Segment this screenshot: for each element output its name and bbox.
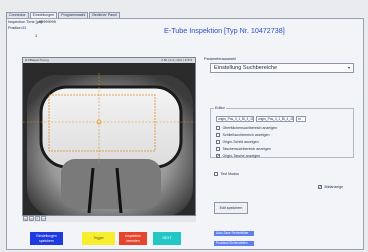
checkbox-label: Schließsuchbereich anzeigen bbox=[222, 133, 270, 137]
parameter-select[interactable]: Einstellung Suchbereiche ▾ bbox=[210, 63, 354, 73]
fit-icon[interactable]: ⇱ bbox=[35, 216, 40, 221]
editor-combo-1[interactable]: origin_Pos_3_1_Bl_3_15] bbox=[216, 116, 254, 122]
chevron-down-icon[interactable]: ▾ bbox=[346, 65, 352, 71]
parameter-select-value: Einstellung Suchbereiche bbox=[214, 65, 278, 71]
inspektion-beenden-label: Inspektion beenden bbox=[125, 234, 141, 243]
zoom-toolbar: Q Q ⇱ ▭ bbox=[22, 216, 196, 222]
counter-value: 1 bbox=[35, 34, 38, 38]
protokoll-button[interactable]: Protokoll Sicherstellen bbox=[214, 241, 254, 246]
checkbox-label: Origin-Tasche anzeigen bbox=[222, 154, 261, 158]
checkbox-label: Oberflächensuchbereich anzeigen bbox=[222, 126, 278, 130]
checkbox-box[interactable] bbox=[318, 185, 322, 189]
test-modus-toggle[interactable]: Test Modus bbox=[214, 172, 239, 176]
checkbox-schliess[interactable]: Schließsuchbereich anzeigen bbox=[216, 133, 269, 137]
zoom-out-icon[interactable]: Q bbox=[29, 216, 34, 221]
trigger-button[interactable]: Trigger bbox=[82, 232, 115, 245]
trigger-label: Trigger bbox=[93, 236, 104, 241]
bildanzeige-toggle[interactable]: Bildanzeige bbox=[318, 185, 343, 189]
editor-combo-2[interactable]: origin_Pos_4_1_Bl_4_15] bbox=[256, 116, 294, 122]
position-label: Position: bbox=[8, 26, 23, 30]
editor-combo-3[interactable]: nt bbox=[296, 116, 306, 122]
camera-image-panel[interactable]: i0.f/BtappnT3.png 2.50 | 0.4 | 10.0 | 17… bbox=[22, 57, 196, 216]
checkbox-label: Taschensuchbereich anzeigen bbox=[222, 147, 271, 151]
inspection-time-value: 99999999 bbox=[39, 20, 56, 24]
einstellungen-speichern-button[interactable]: Einstellungen speichern bbox=[30, 232, 63, 245]
inspektion-beenden-button[interactable]: Inspektion beenden bbox=[119, 232, 147, 245]
checkbox-box[interactable] bbox=[216, 126, 220, 130]
image-filename: i0.f/BtappnT3.png bbox=[25, 58, 49, 62]
position-value: 33 bbox=[22, 26, 27, 30]
checkbox-label: Origin-Schild anzeigen bbox=[222, 140, 259, 144]
zoom-in-icon[interactable]: Q bbox=[23, 216, 28, 221]
next-button[interactable]: NEXT bbox=[153, 232, 181, 245]
einstellungen-speichern-label: Einstellungen speichern bbox=[36, 234, 57, 243]
frame-icon[interactable]: ▭ bbox=[41, 216, 46, 221]
checkbox-box[interactable] bbox=[216, 140, 220, 144]
checkbox-taschen[interactable]: Taschensuchbereich anzeigen bbox=[216, 147, 271, 151]
save-button[interactable]: Edit speichern bbox=[214, 202, 248, 214]
editor-label: Editor bbox=[214, 106, 226, 110]
checkbox-oberflaeche[interactable]: Oberflächensuchbereich anzeigen bbox=[216, 126, 277, 130]
test-modus-label: Test Modus bbox=[220, 172, 239, 176]
next-label: NEXT bbox=[162, 236, 172, 241]
camera-image bbox=[23, 63, 195, 215]
page-title: E-Tube Inspektion [Typ Nr. 10472738] bbox=[164, 26, 285, 35]
checkbox-box[interactable] bbox=[216, 147, 220, 151]
bildanzeige-label: Bildanzeige bbox=[324, 185, 344, 189]
checkbox-origin-tasche[interactable]: Origin-Tasche anzeigen bbox=[216, 154, 260, 158]
auto-save-button[interactable]: Auto Save Fehlerbilder bbox=[214, 231, 254, 236]
inspection-time-label: Inspection Time [µs]: bbox=[8, 20, 43, 24]
checkbox-box[interactable] bbox=[216, 133, 220, 137]
checkbox-box[interactable] bbox=[214, 172, 218, 176]
checkbox-origin-schild[interactable]: Origin-Schild anzeigen bbox=[216, 140, 259, 144]
checkbox-box[interactable] bbox=[216, 154, 220, 158]
parameter-label: Parameterauswahl bbox=[204, 57, 236, 61]
